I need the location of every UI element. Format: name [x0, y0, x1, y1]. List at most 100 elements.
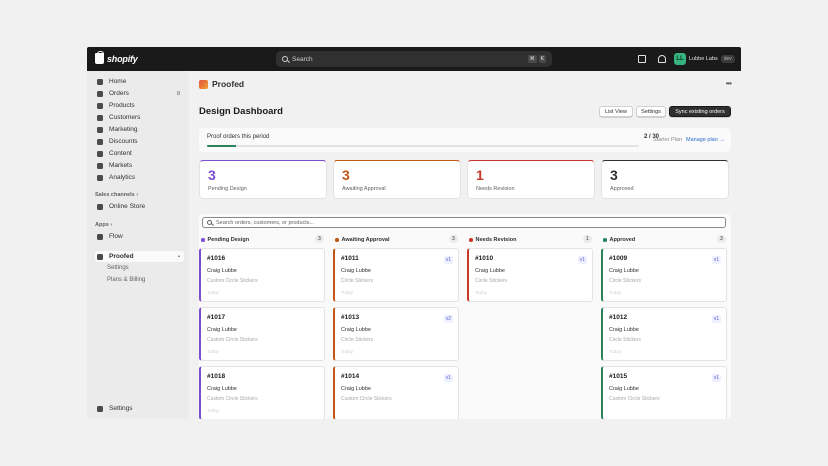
sidebar-item-analytics[interactable]: Analytics — [95, 172, 184, 183]
column-title: Approved — [609, 237, 636, 243]
sidebar-item-label: Products — [109, 102, 135, 109]
sidebar-item-label: Flow — [109, 233, 123, 240]
order-card[interactable]: #1009 v1 Craig Lubbe Circle Stickers Today — [601, 248, 727, 302]
sidebar-item-label: Analytics — [109, 174, 136, 181]
plan-progress-bar — [207, 145, 639, 147]
sidebar-item-online-store[interactable]: Online Store — [95, 201, 184, 212]
order-card[interactable]: #1015 v1 Craig Lubbe Custom Circle Stickers — [601, 366, 727, 419]
order-card[interactable]: #1013 v2 Craig Lubbe Circle Stickers Today — [333, 307, 459, 361]
settings-button[interactable]: Settings — [636, 106, 666, 117]
tag-icon — [97, 102, 103, 109]
home-icon — [97, 78, 103, 85]
stat-card-pending[interactable]: 3 Pending Design — [199, 160, 327, 199]
stat-card-approved[interactable]: 3 Approved — [601, 160, 729, 199]
sidebar-item-label: Online Store — [109, 203, 146, 210]
customer-name: Craig Lubbe — [341, 327, 371, 333]
order-card[interactable]: #1011 v1 Craig Lubbe Circle Stickers Today — [333, 248, 459, 302]
order-date: Today — [609, 349, 622, 354]
sidebar-item-orders[interactable]: Orders 8 — [95, 88, 184, 99]
app-name: Proofed — [212, 79, 245, 89]
customer-name: Craig Lubbe — [609, 268, 639, 274]
sidebar-subitem-plans[interactable]: Plans & Billing — [107, 277, 145, 283]
product-name: Custom Circle Stickers — [207, 396, 258, 402]
order-date: Today — [609, 290, 622, 295]
order-card[interactable]: #1010 v1 Craig Lubbe Circle Stickers Today — [467, 248, 593, 302]
main-content: Proofed ••• Design Dashboard List View S… — [189, 71, 741, 419]
search-icon — [282, 56, 288, 62]
sidebar-item-discounts[interactable]: Discounts — [95, 136, 184, 147]
order-date: Today — [207, 349, 220, 354]
flow-icon — [97, 233, 103, 240]
app-header: Proofed — [199, 79, 244, 89]
product-name: Circle Stickers — [341, 337, 373, 343]
status-dot-icon — [603, 238, 607, 242]
stat-value: 3 — [208, 167, 216, 183]
sales-channels-label: Sales channels — [95, 192, 135, 198]
version-badge: v1 — [443, 256, 453, 264]
page-title: Design Dashboard — [199, 106, 283, 117]
sidebar-item-content[interactable]: Content — [95, 148, 184, 159]
sidebar: Home Orders 8 Products Customers Marketin… — [87, 71, 189, 419]
product-name: Circle Stickers — [475, 278, 507, 284]
apps-heading[interactable]: Apps › — [95, 222, 112, 228]
orders-icon — [97, 90, 103, 97]
sidebar-item-home[interactable]: Home — [95, 76, 184, 87]
store-icon[interactable] — [638, 55, 646, 63]
column-header: Approved — [603, 236, 635, 244]
kanban-board: Search orders, customers, or products...… — [199, 214, 731, 419]
sidebar-item-flow[interactable]: Flow — [95, 231, 184, 242]
stat-value: 1 — [476, 167, 484, 183]
order-card[interactable]: #1016 Craig Lubbe Custom Circle Stickers To… — [199, 248, 325, 302]
sidebar-item-label: Customers — [109, 114, 141, 121]
manage-plan-link[interactable]: Manage plan → — [686, 137, 725, 143]
sidebar-subitem-settings[interactable]: Settings — [107, 265, 129, 271]
globe-icon — [97, 162, 103, 169]
sidebar-item-customers[interactable]: Customers — [95, 112, 184, 123]
stat-card-awaiting[interactable]: 3 Awaiting Approval — [333, 160, 461, 199]
order-card[interactable]: #1018 Craig Lubbe Custom Circle Stickers To… — [199, 366, 325, 419]
pin-icon[interactable]: ▪ — [178, 254, 180, 260]
content-icon — [97, 150, 103, 157]
customer-name: Craig Lubbe — [609, 386, 639, 392]
global-search[interactable]: Search ⌘ K — [276, 51, 552, 67]
sidebar-item-proofed[interactable]: Proofed ▪ — [95, 251, 184, 262]
customer-name: Craig Lubbe — [207, 386, 237, 392]
sidebar-item-label: Discounts — [109, 138, 138, 145]
shortcut-key-cmd: ⌘ — [527, 55, 537, 63]
bell-icon[interactable] — [658, 55, 666, 63]
board-search-placeholder: Search orders, customers, or products... — [216, 219, 315, 226]
top-bar: shopify Search ⌘ K LL Lubbe Labs dev — [87, 47, 741, 71]
stat-card-revision[interactable]: 1 Needs Revision — [467, 160, 595, 199]
version-badge: v1 — [711, 315, 721, 323]
column-count-badge: 3 — [717, 235, 726, 243]
sidebar-item-marketing[interactable]: Marketing — [95, 124, 184, 135]
sidebar-item-products[interactable]: Products — [95, 100, 184, 111]
sync-orders-button[interactable]: Sync existing orders — [669, 106, 731, 117]
store-icon — [97, 203, 103, 210]
column-title: Needs Revision — [475, 237, 517, 243]
shopify-bag-icon — [95, 51, 104, 64]
order-card[interactable]: #1014 v1 Craig Lubbe Custom Circle Stickers — [333, 366, 459, 419]
more-actions-icon[interactable]: ••• — [726, 79, 732, 88]
list-view-button[interactable]: List View — [599, 106, 633, 117]
order-number: #1012 — [609, 314, 628, 321]
store-menu[interactable]: LL Lubbe Labs dev — [674, 53, 735, 65]
plan-progress-fill — [207, 145, 236, 147]
customer-name: Craig Lubbe — [207, 268, 237, 274]
order-number: #1017 — [207, 314, 226, 321]
shopify-logo[interactable]: shopify — [95, 51, 138, 64]
order-card[interactable]: #1012 v1 Craig Lubbe Circle Stickers Today — [601, 307, 727, 361]
column-count-badge: 3 — [449, 235, 458, 243]
plan-usage-label: Proof orders this period — [207, 134, 270, 140]
stat-label: Pending Design — [208, 186, 247, 192]
logo-text: shopify — [107, 53, 138, 64]
sidebar-item-settings[interactable]: Settings — [95, 403, 184, 414]
sales-channels-heading[interactable]: Sales channels › — [95, 192, 138, 198]
order-card[interactable]: #1017 Craig Lubbe Custom Circle Stickers To… — [199, 307, 325, 361]
product-name: Custom Circle Stickers — [609, 396, 660, 402]
proofed-logo-icon — [199, 79, 208, 89]
board-search-input[interactable]: Search orders, customers, or products... — [202, 217, 726, 228]
plan-name: Starter Plan — [653, 137, 683, 143]
sidebar-item-markets[interactable]: Markets — [95, 160, 184, 171]
order-number: #1018 — [207, 373, 226, 380]
